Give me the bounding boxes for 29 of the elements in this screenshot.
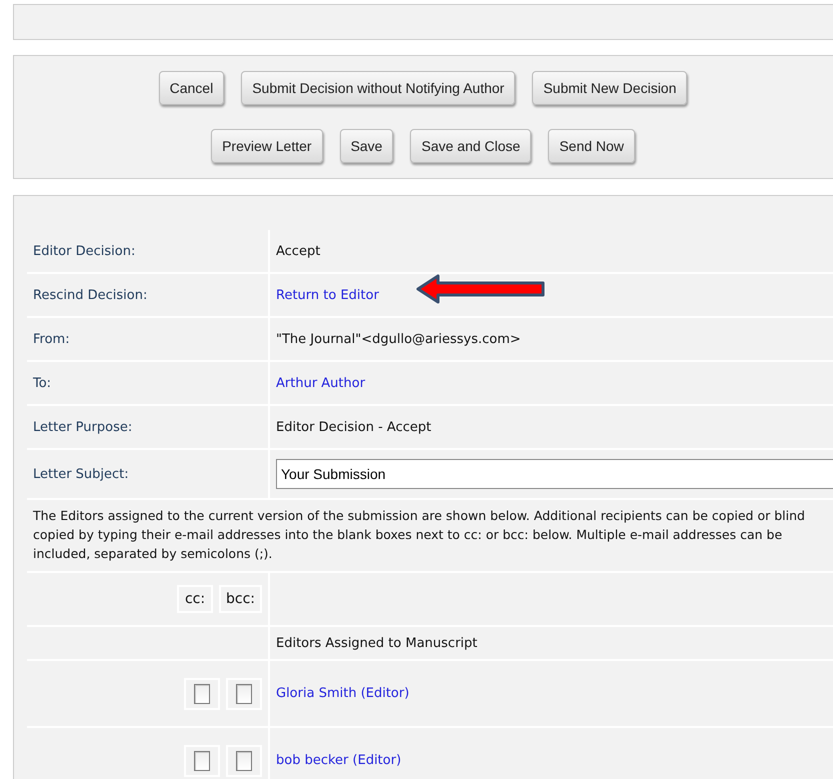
field-label: To: — [33, 376, 52, 390]
action-button[interactable]: Send Now — [548, 129, 635, 163]
field-label: From: — [33, 332, 70, 346]
instructions-text: The Editors assigned to the current version of the submission are shown below. Additional recipients can be copied or blind copied by typing their e-mail addresses into the blank boxes next to cc: or bcc: below. Multiple e-mail addresses can be included, separated by semicolons (;). — [27, 500, 833, 571]
action-button[interactable]: Submit New Decision — [532, 71, 688, 105]
action-button[interactable]: Cancel — [158, 71, 224, 105]
recipient-link[interactable]: Arthur Author — [276, 376, 366, 390]
field-label: Letter Purpose: — [33, 420, 132, 434]
column-header: cc: — [177, 585, 213, 613]
field-value: "The Journal"<dgullo@ariessys.com> — [276, 332, 521, 346]
recipient-link[interactable]: Return to Editor — [276, 288, 379, 302]
section-heading: Editors Assigned to Manuscript — [276, 636, 478, 650]
field-label: Rescind Decision: — [33, 288, 148, 302]
cc-checkbox[interactable] — [194, 684, 210, 704]
cc-checkbox[interactable] — [194, 750, 210, 770]
action-button[interactable]: Submit Decision without Notifying Author — [241, 71, 516, 105]
editor-link[interactable]: Gloria Smith (Editor) — [276, 686, 410, 701]
field-label: Letter Subject: — [33, 466, 129, 482]
field-value: Editor Decision - Accept — [276, 420, 432, 434]
action-button[interactable]: Save — [340, 129, 394, 163]
subject-field[interactable]: Your Submission — [276, 459, 833, 489]
bcc-checkbox[interactable] — [236, 684, 252, 704]
action-button[interactable]: Preview Letter — [211, 129, 323, 163]
field-value: Accept — [276, 244, 320, 258]
editor-link[interactable]: bob becker (Editor) — [276, 753, 402, 768]
bcc-checkbox[interactable] — [236, 750, 252, 770]
action-button[interactable]: Save and Close — [410, 129, 532, 163]
field-label: Editor Decision: — [33, 244, 136, 258]
column-header: bcc: — [219, 585, 262, 613]
